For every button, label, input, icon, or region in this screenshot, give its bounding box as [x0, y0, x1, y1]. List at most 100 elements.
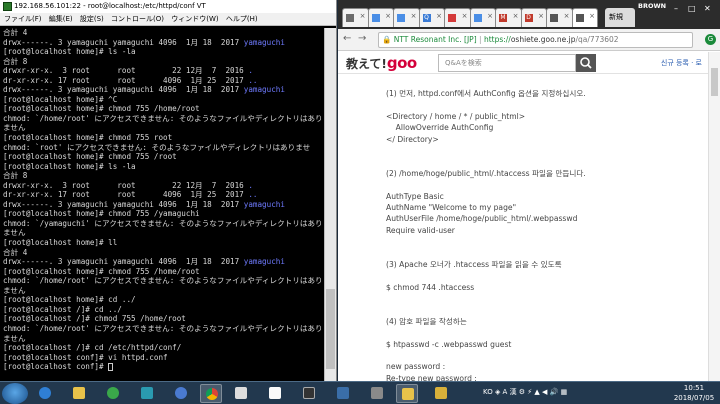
site-search-button[interactable]	[576, 54, 596, 72]
tab-close-icon[interactable]: ×	[360, 12, 366, 20]
tab-favicon	[550, 14, 558, 22]
tab-favicon: M	[499, 14, 507, 22]
menu-edit[interactable]: 編集(E)	[49, 15, 73, 23]
terminal-scrollbar[interactable]	[324, 28, 336, 381]
terminal-line: drwx------. 3 yamaguchi yamaguchi 4096 1…	[3, 85, 285, 95]
taskbar-app-white[interactable]	[264, 384, 286, 403]
directory-name: ..	[248, 190, 258, 200]
taskbar-ie[interactable]	[34, 384, 56, 403]
answer-line: AllowOverride AuthConfig	[386, 123, 494, 133]
tab-close-icon[interactable]: ×	[589, 12, 595, 20]
maximize-icon[interactable]: □	[688, 4, 696, 13]
tab-close-icon[interactable]: ×	[385, 12, 391, 20]
address-scheme: https://	[483, 35, 511, 44]
browser-tab[interactable]: ×	[546, 8, 573, 27]
browser-tab[interactable]: M ×	[495, 8, 522, 27]
menu-settings[interactable]: 設定(S)	[80, 15, 104, 23]
clock[interactable]: 10:51 2018/07/05	[670, 383, 718, 403]
taskbar-app-dark[interactable]	[298, 384, 320, 403]
tab-close-icon[interactable]: ×	[513, 12, 519, 20]
browser-tab[interactable]: D ×	[520, 8, 547, 27]
teraterm-icon	[402, 388, 414, 400]
lock-icon: 🔒	[382, 35, 392, 44]
tab-close-icon[interactable]: ×	[436, 12, 442, 20]
terminal-output[interactable]: 合計 4 drwx------. 3 yamaguchi yamaguchi 40…	[3, 28, 323, 378]
taskbar-app-blue[interactable]	[170, 384, 192, 403]
terminal-line: [root@localhost home]# chmod 755 /home/r…	[3, 266, 200, 276]
system-tray[interactable]: KO ◈ A 漢 ⚙ ⚡ ▲ ◀ 🔊 ▦	[483, 387, 567, 397]
tab-close-icon[interactable]: ×	[538, 12, 544, 20]
answer-line	[386, 179, 696, 190]
menu-control[interactable]: コントロール(O)	[111, 15, 164, 23]
back-icon[interactable]: ←	[343, 33, 351, 44]
terminal-line: [root@localhost conf]#	[3, 362, 323, 372]
directory-name: .	[248, 66, 253, 76]
site-search-input[interactable]: Q&Aを検索	[438, 54, 576, 72]
tab-close-icon[interactable]: ×	[411, 12, 417, 20]
browser-tab[interactable]: ×	[367, 8, 394, 27]
answer-line: Re-type new password :	[386, 373, 477, 381]
terminal-window[interactable]: 192.168.56.101:22 - root@localhost:/etc/…	[0, 0, 337, 381]
browser-tab[interactable]: ×	[342, 8, 369, 27]
terminal-cursor	[108, 363, 114, 372]
taskbar-explorer[interactable]	[68, 384, 90, 403]
site-logo[interactable]: 教えて!goo	[346, 54, 417, 72]
page-scrollbar[interactable]	[708, 52, 720, 381]
browser-tab[interactable]: ×	[444, 8, 471, 27]
extension-icon[interactable]: G	[705, 34, 716, 45]
address-bar[interactable]: 🔒 NTT Resonant Inc. [JP] | https://oshie…	[378, 32, 693, 48]
tab-close-icon[interactable]: ×	[462, 12, 468, 20]
directory-name: yamaguchi	[243, 257, 285, 267]
answer-line	[386, 293, 696, 304]
terminal-title-bar[interactable]: 192.168.56.101:22 - root@localhost:/etc/…	[0, 0, 336, 13]
terminal-line: dr-xr-xr-x. 17 root root 4096 1月 25 2017…	[3, 75, 258, 85]
address-host: oshiete.goo.ne.jp	[510, 35, 576, 44]
terminal-line: [root@localhost home]# ^C	[3, 94, 118, 104]
signup-link[interactable]: 신규 등록 · 로	[661, 58, 702, 68]
answer-line	[386, 327, 696, 338]
answer-line: (3) Apache 오너가 .htaccess 파일을 읽을 수 있도록	[386, 259, 562, 269]
page-scrollbar-thumb[interactable]	[711, 68, 718, 96]
taskbar-chrome[interactable]	[200, 384, 222, 403]
terminal-line: ません	[3, 285, 26, 295]
menu-window[interactable]: ウィンドウ(W)	[171, 15, 218, 23]
browser-window[interactable]: × × × Q × × × M × D × × × 新規 BROWN – □ ✕ ← → 🔒 NTT R…	[338, 0, 720, 381]
terminal-line: ません	[3, 123, 26, 133]
terminal-line: drwxr-xr-x. 3 root root 22 12月 7 2016 .	[3, 180, 253, 190]
terminal-menu-bar: ファイル(F) 編集(E) 設定(S) コントロール(O) ウィンドウ(W) ヘ…	[0, 13, 336, 26]
taskbar-app-outline[interactable]	[230, 384, 252, 403]
terminal-line: [root@localhost /]# cd /etc/httpd/conf/	[3, 343, 182, 353]
menu-file[interactable]: ファイル(F)	[4, 15, 42, 23]
browser-tab[interactable]: Q ×	[418, 8, 445, 27]
answer-line: </ Directory>	[386, 134, 439, 144]
taskbar-virtualbox[interactable]	[332, 384, 354, 403]
browser-tab[interactable]: ×	[469, 8, 496, 27]
browser-tab[interactable]: ×	[393, 8, 420, 27]
browser-tab[interactable]: ×	[571, 8, 598, 27]
terminal-line: drwxr-xr-x. 3 root root 22 12月 7 2016 .	[3, 66, 253, 76]
minimize-icon[interactable]: –	[674, 4, 678, 13]
close-icon[interactable]: ✕	[704, 4, 711, 13]
new-tab[interactable]: 新規	[605, 8, 635, 27]
tab-close-icon[interactable]: ×	[487, 12, 493, 20]
terminal-scrollbar-thumb[interactable]	[326, 289, 335, 369]
start-button[interactable]	[2, 383, 28, 404]
taskbar-app-gray[interactable]	[366, 384, 388, 403]
profile-label[interactable]: BROWN	[638, 2, 666, 10]
menu-help[interactable]: ヘルプ(H)	[226, 15, 258, 23]
answer-body: (1) 먼저, httpd.conf에서 AuthConfig 옵션을 지정하십…	[386, 88, 696, 381]
clock-time: 10:51	[683, 384, 705, 392]
terminal-title: 192.168.56.101:22 - root@localhost:/etc/…	[14, 2, 206, 10]
answer-line: AuthName "Welcome to my page"	[386, 202, 517, 212]
taskbar-teraterm[interactable]	[396, 384, 418, 403]
taskbar-app-green[interactable]	[102, 384, 124, 403]
terminal-line: [root@localhost home]# chmod 755 /root	[3, 152, 177, 162]
answer-line: <Directory / home / * / public_html>	[386, 111, 526, 121]
terminal-line: dr-xr-xr-x. 17 root root 4096 1月 25 2017…	[3, 190, 258, 200]
taskbar-app-yellow[interactable]	[430, 384, 452, 403]
taskbar-app-teal[interactable]	[136, 384, 158, 403]
folder-icon	[73, 387, 85, 399]
tab-close-icon[interactable]: ×	[564, 12, 570, 20]
answer-line: (4) 암호 파일을 작성하는	[386, 316, 467, 326]
forward-icon[interactable]: →	[358, 33, 366, 44]
